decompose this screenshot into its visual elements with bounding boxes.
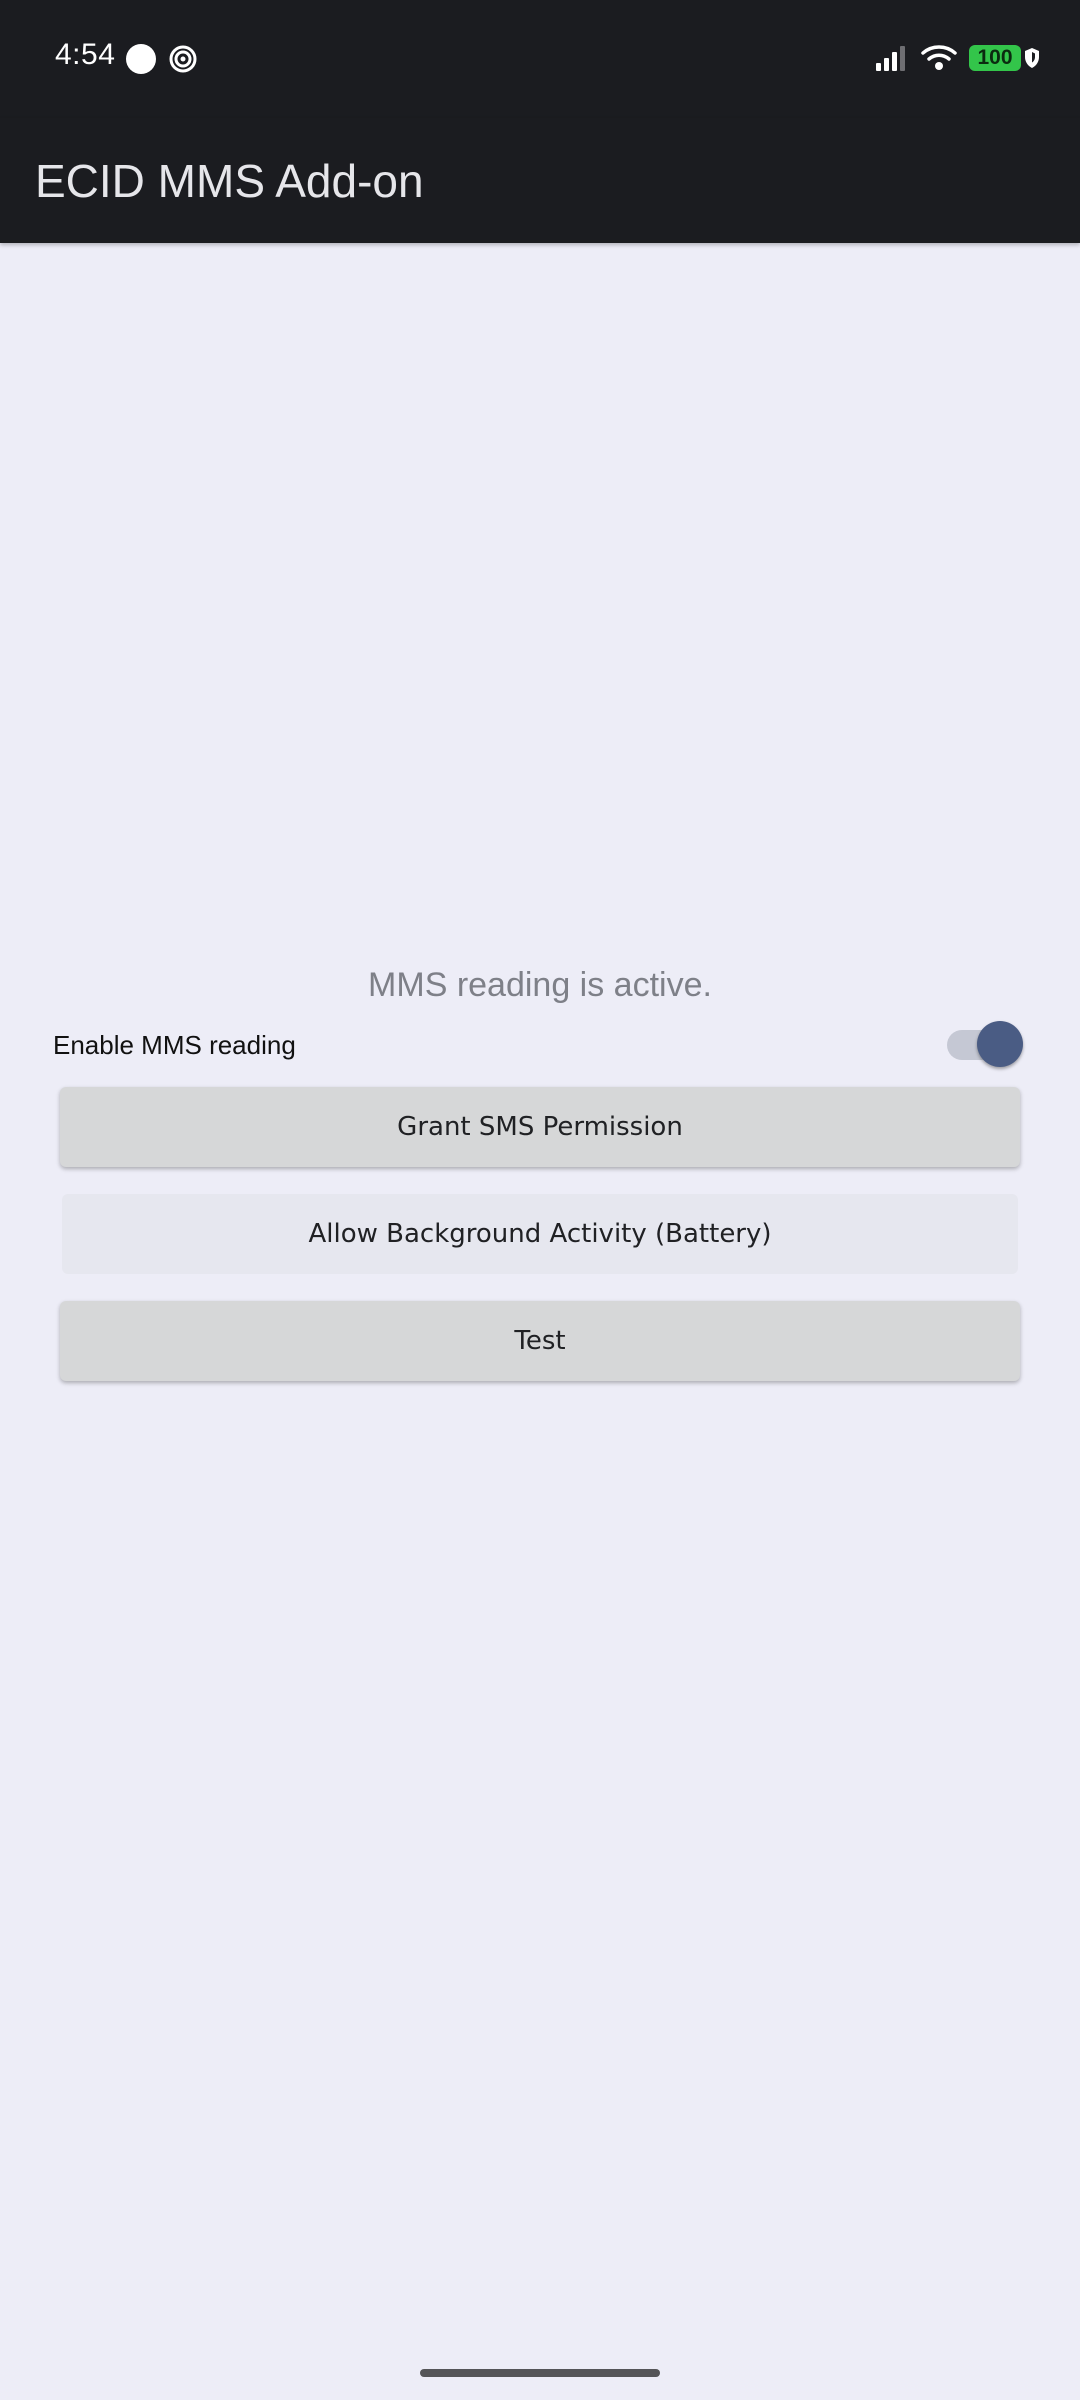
wifi-icon: [921, 45, 957, 70]
circle-notification-icon: [126, 44, 156, 74]
status-bar: 4:54 100: [0, 0, 1080, 118]
battery-indicator: 100: [969, 45, 1040, 71]
test-button[interactable]: Test: [60, 1301, 1020, 1381]
shield-icon: [1025, 48, 1039, 68]
signal-icon: [876, 46, 905, 71]
switch-thumb: [977, 1021, 1023, 1067]
app-bar: ECID MMS Add-on: [0, 118, 1080, 243]
status-message: MMS reading is active.: [368, 966, 712, 1004]
target-icon: [169, 45, 197, 73]
allow-background-activity-button[interactable]: Allow Background Activity (Battery): [62, 1194, 1018, 1274]
battery-level: 100: [969, 45, 1021, 71]
enable-mms-label: Enable MMS reading: [53, 1030, 296, 1060]
grant-sms-permission-button[interactable]: Grant SMS Permission: [60, 1087, 1020, 1167]
status-indicators: 100: [875, 40, 1040, 76]
status-time: 4:54: [55, 38, 116, 71]
enable-mms-switch[interactable]: [947, 1020, 1023, 1068]
app-title: ECID MMS Add-on: [35, 155, 424, 207]
home-indicator[interactable]: [420, 2369, 660, 2377]
enable-mms-row[interactable]: Enable MMS reading: [53, 1020, 1023, 1068]
